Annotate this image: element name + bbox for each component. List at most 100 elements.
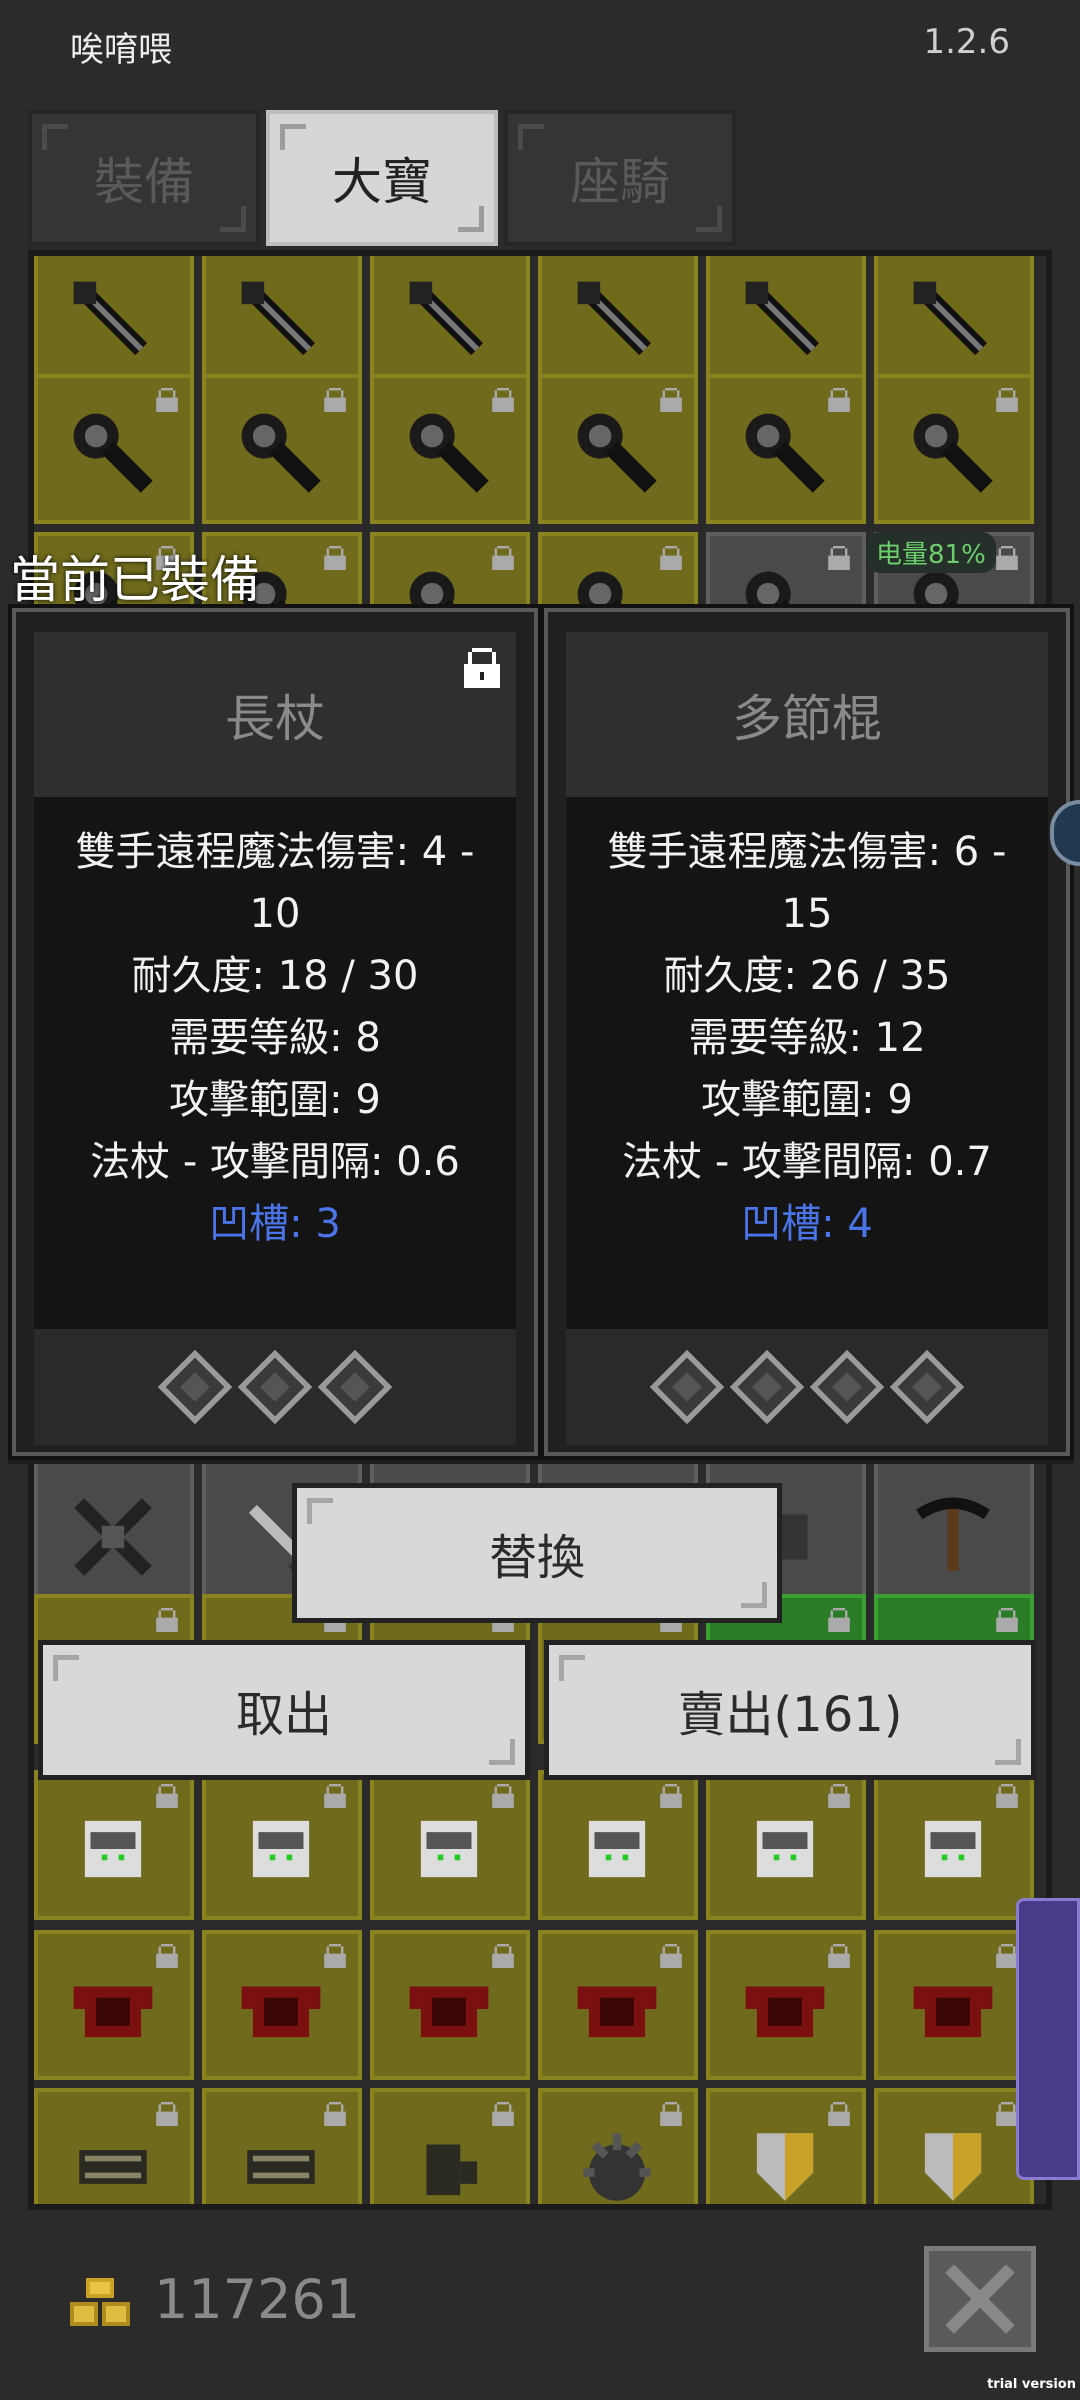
inventory-slot[interactable]	[706, 1770, 866, 1920]
replace-button[interactable]: 替換	[292, 1483, 782, 1623]
tab-mount[interactable]: 座騎	[504, 110, 736, 246]
inventory-slot[interactable]	[202, 256, 362, 392]
lock-icon	[996, 546, 1018, 570]
stat-line: 雙手遠程魔法傷害: 4 -	[75, 829, 475, 875]
take-out-button[interactable]: 取出	[38, 1640, 530, 1780]
inventory-slot[interactable]	[34, 1458, 194, 1608]
lock-icon	[492, 388, 514, 412]
inventory-slot[interactable]	[874, 1930, 1034, 2080]
staff-icon	[913, 281, 988, 356]
inventory-slot[interactable]	[34, 256, 194, 392]
inventory-slot[interactable]	[202, 1930, 362, 2080]
inventory-slot[interactable]	[874, 256, 1034, 392]
sell-label: 賣出(161)	[677, 1687, 903, 1743]
lock-icon	[492, 2102, 514, 2126]
inventory-slot[interactable]	[874, 2088, 1034, 2204]
inventory-slot[interactable]	[538, 2088, 698, 2204]
inventory-slot[interactable]	[34, 2088, 194, 2204]
gold-coins-icon	[70, 2278, 130, 2326]
inventory-slot[interactable]	[34, 1770, 194, 1920]
stat-line: 15	[781, 891, 833, 937]
helmet-icon	[84, 1820, 142, 1878]
lock-icon	[996, 388, 1018, 412]
spiked-helmet-icon	[583, 2133, 651, 2201]
inventory-slot[interactable]	[706, 1930, 866, 2080]
lock-icon	[324, 2102, 346, 2126]
inventory-slot[interactable]	[538, 374, 698, 524]
inventory-slot[interactable]	[874, 374, 1034, 524]
socket-count: 凹槽: 3	[209, 1201, 341, 1247]
stat-line: 攻擊範圍: 9	[701, 1077, 913, 1123]
armor-icon	[73, 1986, 153, 2038]
gem-socket-icon	[890, 1350, 964, 1424]
inventory-slot[interactable]	[370, 1770, 530, 1920]
inventory-slot[interactable]	[706, 2088, 866, 2204]
inventory-slot[interactable]	[874, 1770, 1034, 1920]
item-header: 多節棍	[566, 632, 1048, 797]
lock-icon	[660, 2102, 682, 2126]
inventory-slot[interactable]	[706, 256, 866, 392]
gloves-icon	[426, 2144, 478, 2196]
sell-button[interactable]: 賣出(161)	[544, 1640, 1036, 1780]
version-label: 1.2.6	[923, 22, 1010, 62]
helmet-icon	[420, 1820, 478, 1878]
side-leaderboard-widget[interactable]	[1016, 1898, 1080, 2180]
lock-icon	[660, 1784, 682, 1808]
lock-icon	[996, 1608, 1018, 1632]
lock-icon	[156, 1944, 178, 1968]
inventory-slot[interactable]	[34, 1930, 194, 2080]
inventory-slot[interactable]	[202, 374, 362, 524]
take-out-label: 取出	[235, 1687, 332, 1743]
inventory-slot[interactable]	[370, 2088, 530, 2204]
bracers-icon	[247, 2150, 315, 2184]
armor-icon	[409, 1986, 489, 2038]
stat-line: 攻擊範圍: 9	[169, 1077, 381, 1123]
lock-icon	[492, 546, 514, 570]
stat-line: 需要等級: 8	[169, 1015, 381, 1061]
gem-socket-icon	[318, 1350, 392, 1424]
armor-icon	[577, 1986, 657, 2038]
equipped-item-card: 長杖 雙手遠程魔法傷害: 4 - 10 耐久度: 18 / 30 需要等級: 8…	[8, 604, 542, 1460]
tab-label: 大寶	[332, 153, 432, 211]
armor-icon	[745, 1986, 825, 2038]
lock-icon	[996, 2102, 1018, 2126]
inventory-slot[interactable]	[34, 374, 194, 524]
staff-icon	[409, 281, 484, 356]
mace-icon	[241, 413, 321, 493]
tab-label: 座騎	[570, 153, 670, 211]
inventory-slot[interactable]	[202, 1770, 362, 1920]
helmet-icon	[588, 1820, 646, 1878]
item-stats: 雙手遠程魔法傷害: 4 - 10 耐久度: 18 / 30 需要等級: 8 攻擊…	[34, 797, 516, 1329]
lock-icon	[828, 1944, 850, 1968]
inventory-slot[interactable]	[538, 256, 698, 392]
inventory-slot[interactable]	[874, 1458, 1034, 1608]
lock-icon	[156, 1784, 178, 1808]
lock-icon	[996, 1784, 1018, 1808]
staff-icon	[577, 281, 652, 356]
compare-panel: 長杖 雙手遠程魔法傷害: 4 - 10 耐久度: 18 / 30 需要等級: 8…	[8, 604, 1074, 1464]
close-button[interactable]	[924, 2246, 1036, 2352]
tab-bar: 裝備 大寶 座騎	[28, 110, 744, 246]
stat-line: 法杖 - 攻擊間隔: 0.7	[622, 1139, 992, 1185]
lock-icon[interactable]	[464, 648, 500, 688]
lock-icon	[324, 388, 346, 412]
inventory-slot[interactable]	[202, 2088, 362, 2204]
staff-icon	[73, 281, 148, 356]
inventory-slot[interactable]	[538, 1930, 698, 2080]
mace-icon	[577, 413, 657, 493]
inventory-slot[interactable]	[370, 374, 530, 524]
item-stats: 雙手遠程魔法傷害: 6 - 15 耐久度: 26 / 35 需要等級: 12 攻…	[566, 797, 1048, 1329]
tab-treasure[interactable]: 大寶	[266, 110, 498, 246]
inventory-slot[interactable]	[706, 374, 866, 524]
mace-icon	[913, 413, 993, 493]
top-bar: 唉唷喂 1.2.6	[0, 0, 1080, 100]
inventory-slot[interactable]	[538, 1770, 698, 1920]
lock-icon	[324, 546, 346, 570]
lock-icon	[324, 1784, 346, 1808]
helmet-icon	[924, 1820, 982, 1878]
lock-icon	[996, 1944, 1018, 1968]
inventory-slot[interactable]	[370, 256, 530, 392]
item-header: 長杖	[34, 632, 516, 797]
tab-equipment[interactable]: 裝備	[28, 110, 260, 246]
inventory-slot[interactable]	[370, 1930, 530, 2080]
